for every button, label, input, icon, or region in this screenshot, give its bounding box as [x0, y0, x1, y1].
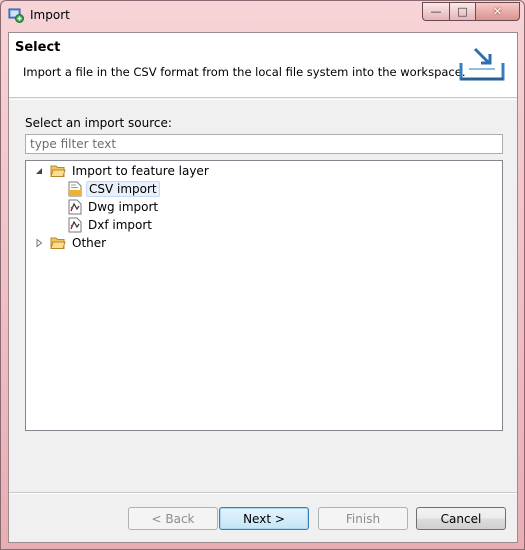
tree-item-import-to-feature-layer[interactable]: Import to feature layer [34, 162, 211, 179]
folder-icon [50, 237, 66, 249]
tree-item-dxf-import[interactable]: Dxf import [68, 216, 154, 233]
close-button[interactable]: ✕ [475, 2, 520, 21]
app-icon [8, 8, 24, 23]
tree-item-dwg-import[interactable]: Dwg import [68, 198, 160, 215]
window-title: Import [30, 8, 70, 22]
tree-item-label: Dwg import [88, 199, 159, 214]
import-source-label: Select an import source: [25, 116, 172, 130]
tree-item-other[interactable]: Other [34, 234, 108, 251]
dxf-file-icon [68, 217, 82, 232]
tree-item-label: Import to feature layer [72, 163, 209, 178]
cancel-button[interactable]: Cancel [416, 507, 506, 530]
wizard-header: Select Import a file in the CSV format f… [9, 33, 517, 98]
tree-item-csv-import[interactable]: CSV import [68, 180, 160, 197]
minimize-icon: — [430, 5, 442, 18]
maximize-icon: □ [457, 5, 468, 18]
window-controls: — □ ✕ [422, 2, 520, 21]
import-source-tree[interactable]: Import to feature layer CSV import Dwg i [25, 160, 503, 431]
csv-file-icon [68, 181, 82, 196]
expanded-arrow-icon[interactable] [34, 166, 44, 176]
tree-item-label: Other [72, 235, 107, 250]
folder-open-icon [50, 165, 66, 177]
dwg-file-icon [68, 199, 82, 214]
dialog-client-area: Select Import a file in the CSV format f… [8, 32, 518, 543]
collapsed-arrow-icon[interactable] [34, 237, 44, 248]
import-wizard-icon [459, 47, 505, 81]
button-bar-separator-highlight [9, 493, 517, 494]
page-title: Select [15, 40, 61, 55]
title-bar[interactable]: Import — □ ✕ [1, 1, 524, 31]
tree-item-label: Dxf import [88, 217, 153, 232]
finish-button[interactable]: Finish [318, 507, 408, 530]
page-description: Import a file in the CSV format from the… [23, 65, 466, 79]
import-dialog-window: Import — □ ✕ Select Import a file in the… [0, 0, 525, 550]
filter-input[interactable] [25, 134, 503, 154]
next-button[interactable]: Next > [219, 507, 309, 530]
tree-item-label: CSV import [86, 180, 160, 197]
header-separator [9, 99, 517, 100]
close-icon: ✕ [492, 5, 503, 18]
minimize-button[interactable]: — [422, 2, 449, 21]
back-button[interactable]: < Back [128, 507, 218, 530]
maximize-button[interactable]: □ [449, 2, 475, 21]
